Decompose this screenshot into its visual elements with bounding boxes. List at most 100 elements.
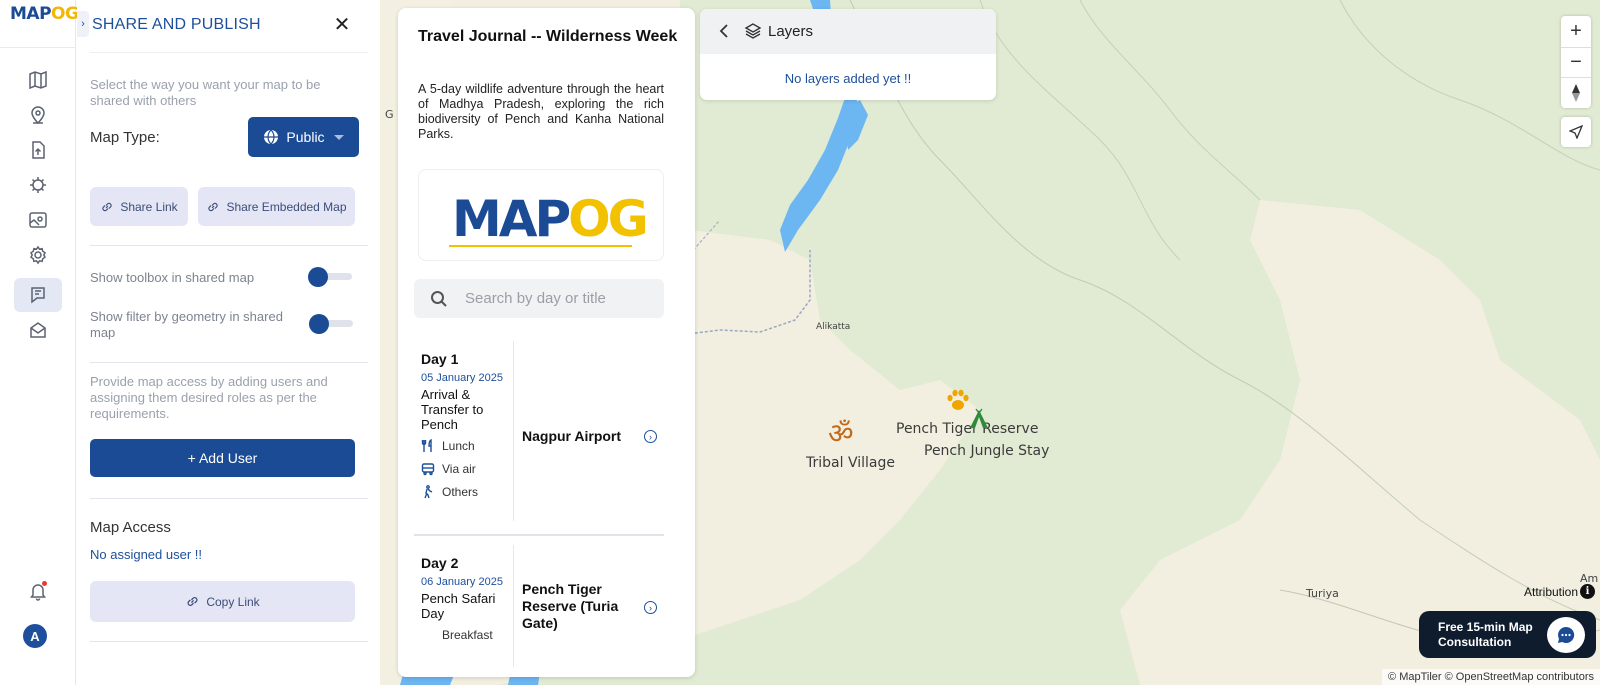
link-icon xyxy=(102,202,112,211)
filter-toggle-label: Show filter by geometry in shared map xyxy=(90,309,283,340)
day-separator xyxy=(414,534,664,536)
share-intro-text: Select the way you want your map to be s… xyxy=(90,77,321,108)
settings-gear-icon[interactable] xyxy=(14,238,62,272)
hiking-icon xyxy=(424,484,433,498)
geolocate-icon[interactable] xyxy=(1561,117,1591,147)
day-name: Pench Safari Day xyxy=(421,591,496,621)
map-label-alikatta: Alikatta xyxy=(816,322,851,332)
consultation-text: Free 15-min Map Consultation xyxy=(1438,620,1533,649)
caret-down-icon xyxy=(333,134,344,140)
day-date: 06 January 2025 xyxy=(421,576,503,588)
map-type-value: Public xyxy=(286,129,325,145)
marker-label-pench-stay: Pench Jungle Stay xyxy=(924,443,1050,459)
link-icon xyxy=(208,202,219,211)
share-link-button[interactable]: Share Link xyxy=(90,187,188,226)
consultation-banner[interactable]: Free 15-min Map Consultation xyxy=(1419,611,1596,658)
share-link-label: Share Link xyxy=(120,199,178,214)
day-entry-2[interactable]: Day 2 06 January 2025 Pench Safari Day B… xyxy=(414,545,664,677)
toolbox-toggle-label: Show toolbox in shared map xyxy=(90,270,255,285)
map-style-icon[interactable] xyxy=(14,203,62,237)
tent-marker-icon[interactable] xyxy=(968,408,990,430)
map-access-title: Map Access xyxy=(90,519,171,536)
marker-label-tribal-village: Tribal Village xyxy=(806,455,895,471)
meal-item: Breakfast xyxy=(442,627,493,642)
upload-file-icon[interactable] xyxy=(14,133,62,167)
zoom-in-icon[interactable]: + xyxy=(1561,16,1591,46)
section-divider xyxy=(90,641,368,642)
chevron-right-icon[interactable]: › xyxy=(644,430,657,443)
day-title: Day 2 xyxy=(421,555,459,571)
info-icon[interactable]: i xyxy=(1580,584,1595,599)
layers-panel: Layers No layers added yet !! xyxy=(700,9,996,100)
section-divider xyxy=(90,362,368,363)
zoom-controls: + − xyxy=(1561,16,1591,108)
section-divider xyxy=(90,245,368,246)
map-copyright[interactable]: © MapTiler © OpenStreetMap contributors xyxy=(1382,669,1600,685)
filter-geometry-toggle[interactable] xyxy=(309,314,353,334)
location-pin-icon[interactable] xyxy=(14,98,62,132)
notification-dot xyxy=(42,581,47,586)
copy-link-label: Copy Link xyxy=(206,594,260,609)
om-marker-icon[interactable]: ॐ xyxy=(828,414,854,452)
section-divider xyxy=(90,498,368,499)
transport-item: Via air xyxy=(421,457,521,480)
attribution-label[interactable]: Attribution xyxy=(1524,585,1578,599)
notification-bell-icon[interactable] xyxy=(14,574,62,608)
travel-journal-card: Travel Journal -- Wilderness Week A 5-da… xyxy=(398,8,695,677)
day-name: Arrival & Transfer to Pench xyxy=(421,387,484,432)
layers-header: Layers xyxy=(700,9,996,54)
map-icon[interactable] xyxy=(14,63,62,97)
day-title: Day 1 xyxy=(421,351,459,367)
publish-mail-icon[interactable] xyxy=(14,313,62,347)
journal-search-input[interactable] xyxy=(465,287,650,309)
day-entry-1[interactable]: Day 1 05 January 2025 Arrival & Transfer… xyxy=(414,341,664,528)
day-place: Pench Tiger Reserve (Turia Gate) xyxy=(522,581,619,631)
search-icon xyxy=(431,291,447,307)
toolbox-toggle[interactable] xyxy=(308,267,352,287)
close-icon[interactable]: ✕ xyxy=(331,13,353,36)
layers-title: Layers xyxy=(768,23,814,40)
no-assigned-user-text: No assigned user !! xyxy=(90,547,203,562)
share-publish-panel: › SHARE AND PUBLISH ✕ Select the way you… xyxy=(77,0,380,685)
app-root: MAPOG A › SHARE AND PUBLISH ✕ Select the… xyxy=(0,0,1600,685)
copy-link-button[interactable]: Copy Link xyxy=(90,581,355,622)
app-logo[interactable]: MAPOG xyxy=(10,4,79,24)
analysis-icon[interactable] xyxy=(14,168,62,202)
chat-bubble-icon xyxy=(1558,626,1575,643)
share-publish-icon[interactable] xyxy=(14,278,62,312)
globe-icon xyxy=(264,129,279,145)
chevron-right-icon[interactable]: › xyxy=(644,601,657,614)
back-chevron-icon[interactable] xyxy=(716,22,734,40)
chat-button[interactable] xyxy=(1547,617,1585,653)
link-icon xyxy=(187,597,198,606)
meal-item: Lunch xyxy=(421,434,521,457)
journal-logo: MAPOG xyxy=(418,169,664,261)
rail-divider xyxy=(0,47,76,48)
share-embedded-label: Share Embedded Map xyxy=(226,199,347,214)
map-label-turiya: Turiya xyxy=(1306,587,1339,600)
share-embedded-map-button[interactable]: Share Embedded Map xyxy=(198,187,355,226)
journal-description: A 5-day wildlife adventure through the h… xyxy=(418,82,664,141)
collapse-panel-chevron-icon[interactable]: › xyxy=(77,11,89,37)
access-help-text: Provide map access by adding users and a… xyxy=(90,374,328,421)
activity-item: Others xyxy=(421,480,521,503)
day-date: 05 January 2025 xyxy=(421,372,503,384)
icon-rail: MAPOG A xyxy=(0,0,79,685)
layers-empty-text: No layers added yet !! xyxy=(784,71,912,86)
map-type-dropdown[interactable]: Public xyxy=(248,117,359,157)
map-type-label: Map Type: xyxy=(90,129,160,146)
bus-icon xyxy=(421,462,435,475)
zoom-out-icon[interactable]: − xyxy=(1561,47,1591,77)
add-user-button[interactable]: + Add User xyxy=(90,439,355,477)
compass-icon[interactable] xyxy=(1561,77,1591,107)
user-avatar[interactable]: A xyxy=(23,624,47,648)
map-label-g: G xyxy=(385,108,394,121)
journal-search-box[interactable] xyxy=(414,279,664,318)
fork-knife-icon xyxy=(421,438,432,452)
panel-title: SHARE AND PUBLISH xyxy=(92,16,261,33)
panel-divider xyxy=(90,52,368,53)
day-place: Nagpur Airport xyxy=(522,428,622,444)
journal-title: Travel Journal -- Wilderness Week xyxy=(418,28,678,45)
layers-icon xyxy=(744,23,762,39)
map-label-am: Am xyxy=(1580,572,1599,585)
